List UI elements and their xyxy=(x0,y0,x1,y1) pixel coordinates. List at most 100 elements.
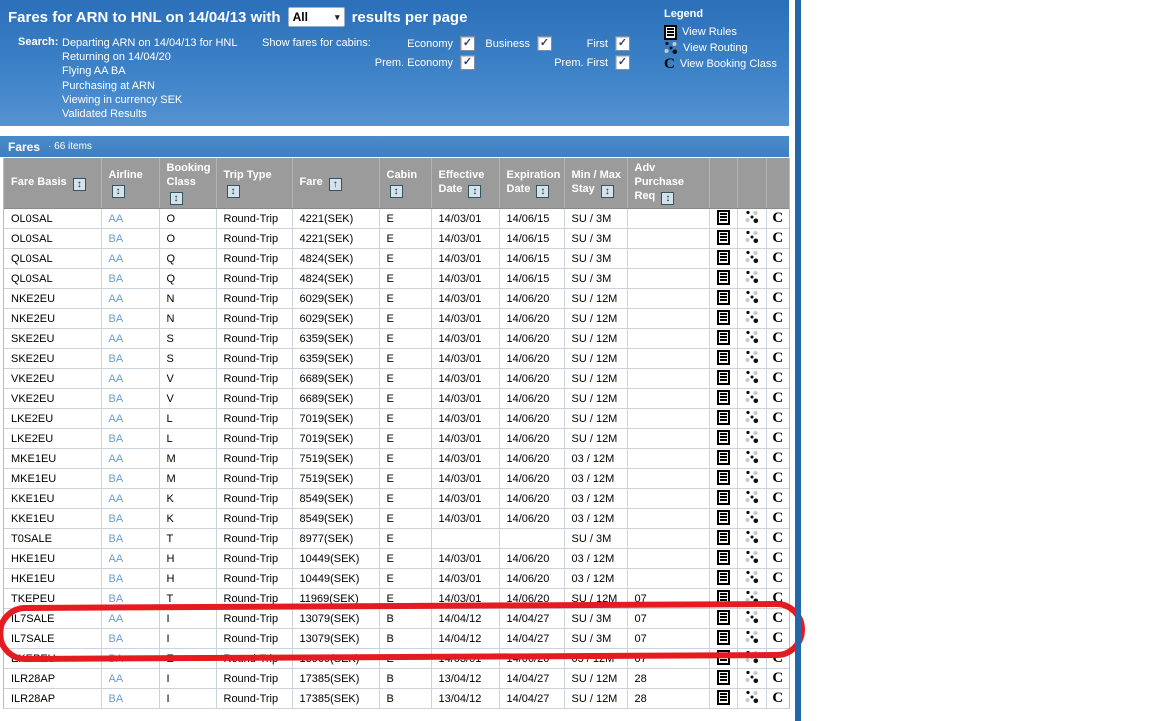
view-booking-class-icon[interactable]: C xyxy=(772,292,783,305)
airline-link[interactable]: AA xyxy=(109,413,124,425)
view-rules-icon[interactable] xyxy=(717,690,730,705)
airline-link[interactable]: BA xyxy=(109,233,124,245)
view-booking-class-icon[interactable]: C xyxy=(772,232,783,245)
cabin-checkbox-business[interactable]: ✓ xyxy=(537,36,552,51)
airline-link[interactable]: AA xyxy=(109,673,124,685)
sort-icon[interactable]: ↕ xyxy=(601,185,614,198)
view-booking-class-icon[interactable]: C xyxy=(772,372,783,385)
view-routing-icon[interactable] xyxy=(745,210,759,224)
airline-link[interactable]: BA xyxy=(109,653,124,665)
cabin-checkbox-prem-economy[interactable]: ✓ xyxy=(460,55,475,70)
column-header-effective-date[interactable]: Effective Date ↕ xyxy=(431,158,499,209)
view-routing-icon[interactable] xyxy=(745,570,759,584)
view-routing-icon[interactable] xyxy=(745,290,759,304)
airline-link[interactable]: BA xyxy=(109,633,124,645)
view-routing-icon[interactable] xyxy=(745,630,759,644)
view-booking-class-icon[interactable]: C xyxy=(772,652,783,665)
view-booking-class-icon[interactable]: C xyxy=(772,312,783,325)
view-rules-icon[interactable] xyxy=(717,490,730,505)
column-header-trip-type[interactable]: Trip Type ↕ xyxy=(216,158,292,209)
results-per-page-select[interactable]: All ▾ xyxy=(288,7,345,27)
view-booking-class-icon[interactable]: C xyxy=(772,632,783,645)
view-booking-class-icon[interactable]: C xyxy=(772,272,783,285)
sort-icon[interactable]: ↕ xyxy=(170,192,183,205)
view-rules-icon[interactable] xyxy=(717,570,730,585)
cabin-checkbox-prem-first[interactable]: ✓ xyxy=(615,55,630,70)
view-rules-icon[interactable] xyxy=(717,310,730,325)
view-rules-icon[interactable] xyxy=(717,550,730,565)
view-rules-icon[interactable] xyxy=(717,610,730,625)
column-header-min-max-stay[interactable]: Min / Max Stay ↕ xyxy=(564,158,627,209)
column-header-adv-purchase-req[interactable]: Adv Purchase Req ↕ xyxy=(627,158,709,209)
sort-icon[interactable]: ↕ xyxy=(227,185,240,198)
view-rules-icon[interactable] xyxy=(717,510,730,525)
sort-icon[interactable]: ↕ xyxy=(468,185,481,198)
view-routing-icon[interactable] xyxy=(745,330,759,344)
view-routing-icon[interactable] xyxy=(745,250,759,264)
view-routing-icon[interactable] xyxy=(745,610,759,624)
sort-icon[interactable]: ↕ xyxy=(536,185,549,198)
view-rules-icon[interactable] xyxy=(717,210,730,225)
view-rules-icon[interactable] xyxy=(717,370,730,385)
view-booking-class-icon[interactable]: C xyxy=(772,452,783,465)
view-rules-icon[interactable] xyxy=(717,630,730,645)
cabin-checkbox-economy[interactable]: ✓ xyxy=(460,36,475,51)
view-routing-icon[interactable] xyxy=(745,390,759,404)
view-rules-icon[interactable] xyxy=(717,410,730,425)
column-header-expiration-date[interactable]: Expiration Date ↕ xyxy=(499,158,564,209)
view-rules-icon[interactable] xyxy=(717,590,730,605)
airline-link[interactable]: BA xyxy=(109,693,124,705)
airline-link[interactable]: AA xyxy=(109,293,124,305)
view-rules-icon[interactable] xyxy=(717,390,730,405)
airline-link[interactable]: AA xyxy=(109,253,124,265)
view-rules-icon[interactable] xyxy=(717,350,730,365)
view-routing-icon[interactable] xyxy=(745,490,759,504)
view-booking-class-icon[interactable]: C xyxy=(772,332,783,345)
airline-link[interactable]: BA xyxy=(109,593,124,605)
view-rules-icon[interactable] xyxy=(717,330,730,345)
airline-link[interactable]: BA xyxy=(109,473,124,485)
view-rules-icon[interactable] xyxy=(717,290,730,305)
view-rules-icon[interactable] xyxy=(717,650,730,665)
sort-icon[interactable]: ↕ xyxy=(390,185,403,198)
airline-link[interactable]: AA xyxy=(109,333,124,345)
view-rules-icon[interactable] xyxy=(717,230,730,245)
view-routing-icon[interactable] xyxy=(745,530,759,544)
airline-link[interactable]: AA xyxy=(109,553,124,565)
airline-link[interactable]: AA xyxy=(109,493,124,505)
airline-link[interactable]: BA xyxy=(109,313,124,325)
airline-link[interactable]: BA xyxy=(109,273,124,285)
view-routing-icon[interactable] xyxy=(745,270,759,284)
view-booking-class-icon[interactable]: C xyxy=(772,532,783,545)
view-routing-icon[interactable] xyxy=(745,670,759,684)
view-booking-class-icon[interactable]: C xyxy=(772,352,783,365)
view-booking-class-icon[interactable]: C xyxy=(772,432,783,445)
view-routing-icon[interactable] xyxy=(745,370,759,384)
view-rules-icon[interactable] xyxy=(717,250,730,265)
view-routing-icon[interactable] xyxy=(745,690,759,704)
column-header-booking-class[interactable]: Booking Class ↕ xyxy=(159,158,216,209)
view-routing-icon[interactable] xyxy=(745,450,759,464)
view-rules-icon[interactable] xyxy=(717,530,730,545)
view-booking-class-icon[interactable]: C xyxy=(772,612,783,625)
sort-icon[interactable]: ↕ xyxy=(73,178,86,191)
view-rules-icon[interactable] xyxy=(717,270,730,285)
sort-icon[interactable]: ↕ xyxy=(112,185,125,198)
sort-icon[interactable]: ↕ xyxy=(661,192,674,205)
column-header-fare-basis[interactable]: Fare Basis ↕ xyxy=(4,158,101,209)
view-booking-class-icon[interactable]: C xyxy=(772,252,783,265)
airline-link[interactable]: BA xyxy=(109,573,124,585)
cabin-checkbox-first[interactable]: ✓ xyxy=(615,36,630,51)
view-routing-icon[interactable] xyxy=(745,650,759,664)
view-routing-icon[interactable] xyxy=(745,310,759,324)
view-booking-class-icon[interactable]: C xyxy=(772,692,783,705)
airline-link[interactable]: AA xyxy=(109,453,124,465)
view-rules-icon[interactable] xyxy=(717,470,730,485)
airline-link[interactable]: BA xyxy=(109,533,124,545)
airline-link[interactable]: BA xyxy=(109,353,124,365)
view-routing-icon[interactable] xyxy=(745,470,759,484)
column-header-airline[interactable]: Airline ↕ xyxy=(101,158,159,209)
airline-link[interactable]: AA xyxy=(109,373,124,385)
view-routing-icon[interactable] xyxy=(745,550,759,564)
view-booking-class-icon[interactable]: C xyxy=(772,492,783,505)
